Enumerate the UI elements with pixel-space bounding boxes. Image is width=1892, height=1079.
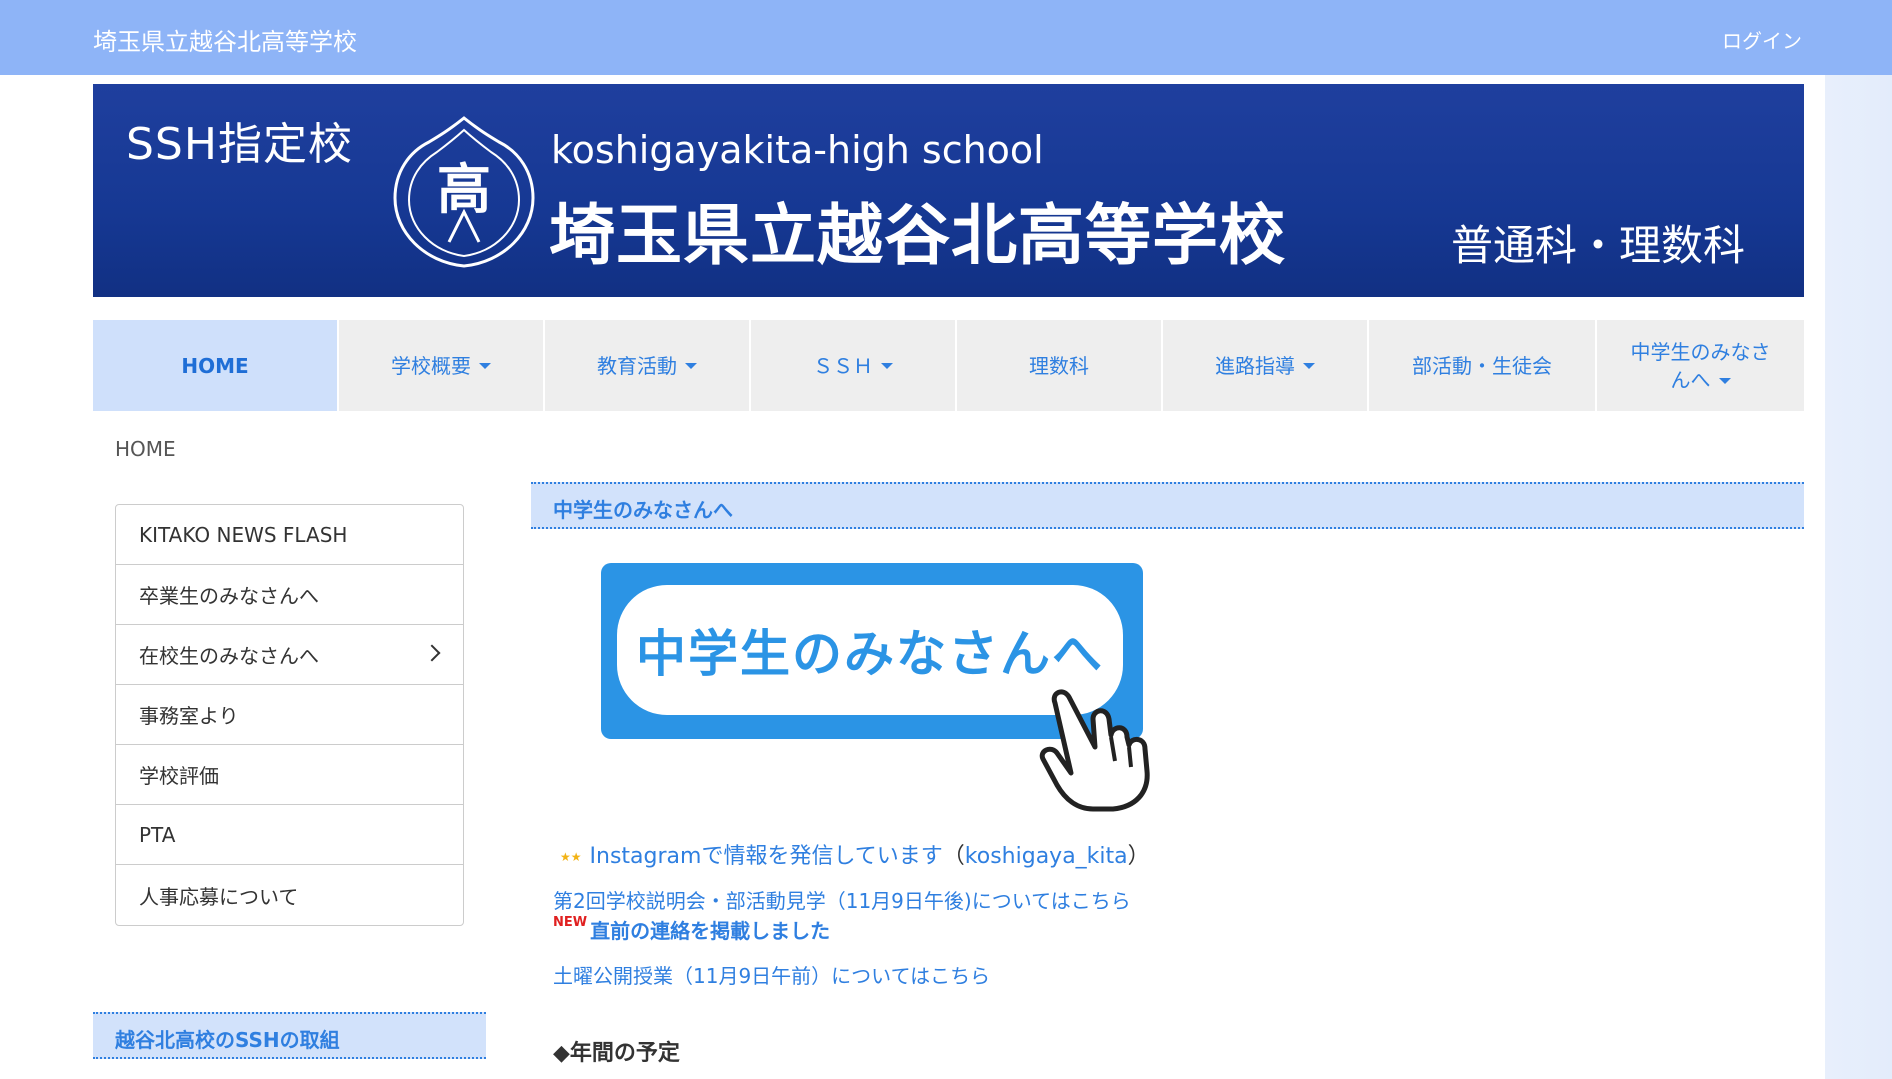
nav-label-line1: 中学生のみなさ (1630, 339, 1771, 364)
nav-label: 理数科 (1029, 353, 1089, 378)
chevron-right-icon[interactable] (423, 644, 441, 662)
nav-label: HOME (181, 353, 249, 378)
sidebar-item-evaluation[interactable]: 学校評価 (116, 745, 463, 805)
instagram-account-link[interactable]: koshigaya_kita (965, 844, 1128, 869)
nav-label: 学校概要 (391, 353, 471, 378)
junior-high-section-heading: 中学生のみなさんへ (531, 482, 1804, 529)
instagram-notice: ★★ Instagramで情報を発信しています（koshigaya_kita） (560, 838, 1150, 870)
nav-label: ＳＳＨ (813, 353, 873, 378)
update-notice[interactable]: NEW 直前の連絡を掲載しました (553, 915, 830, 944)
main-nav: HOME 学校概要 教育活動 ＳＳＨ 理数科 進路指導 部活動・生徒会 中学生の… (93, 320, 1804, 411)
sidebar-item-label: 学校評価 (139, 764, 219, 788)
sidebar-item-graduates[interactable]: 卒業生のみなさんへ (116, 565, 463, 625)
breadcrumb[interactable]: HOME (115, 437, 176, 461)
caret-down-icon (479, 362, 491, 369)
nav-school-overview[interactable]: 学校概要 (339, 320, 545, 411)
paren-close: ） (1127, 844, 1150, 869)
sidebar-item-label: 卒業生のみなさんへ (139, 584, 319, 608)
ssh-section-heading: 越谷北高校のSSHの取組 (93, 1012, 486, 1059)
side-menu: KITAKO NEWS FLASH 卒業生のみなさんへ 在校生のみなさんへ 事務… (115, 504, 464, 926)
paren-open: （ (942, 844, 965, 869)
sidebar-item-recruitment[interactable]: 人事応募について (116, 865, 463, 925)
nav-label: 部活動・生徒会 (1412, 353, 1552, 378)
sidebar-item-office[interactable]: 事務室より (116, 685, 463, 745)
nav-label: 進路指導 (1215, 353, 1295, 378)
pointing-hand-icon (1039, 689, 1150, 812)
sidebar-item-news-flash[interactable]: KITAKO NEWS FLASH (116, 505, 463, 565)
site-title[interactable]: 埼玉県立越谷北高等学校 (93, 22, 357, 57)
login-link[interactable]: ログイン (1722, 25, 1802, 54)
sidebar-item-label: PTA (139, 822, 176, 847)
sidebar-item-label: 事務室より (139, 704, 239, 728)
sidebar-item-label: 在校生のみなさんへ (139, 644, 319, 668)
nav-home[interactable]: HOME (93, 320, 339, 411)
stars-icon: ★★ (560, 850, 582, 864)
info-session-link[interactable]: 第2回学校説明会・部活動見学（11月9日午後)についてはこちら (553, 885, 1131, 914)
school-name-english: koshigayakita-high school (551, 128, 1044, 172)
nav-label-line2: んへ (1670, 367, 1711, 392)
sidebar-item-label: 人事応募について (139, 884, 299, 909)
caret-down-icon (881, 362, 893, 369)
nav-clubs[interactable]: 部活動・生徒会 (1369, 320, 1597, 411)
nav-career[interactable]: 進路指導 (1163, 320, 1369, 411)
nav-label-wrap: 中学生のみなさ んへ (1631, 338, 1771, 394)
ssh-label: SSH指定校 (126, 119, 353, 170)
new-badge: NEW (553, 915, 588, 930)
school-banner[interactable]: SSH指定校 高 koshigayakita-high school 埼玉県立越… (93, 84, 1804, 297)
open-class-link[interactable]: 土曜公開授業（11月9日午前）についてはこちら (553, 960, 990, 989)
top-bar: 埼玉県立越谷北高等学校 ログイン (0, 0, 1892, 75)
nav-ssh[interactable]: ＳＳＨ (751, 320, 957, 411)
sidebar-item-students[interactable]: 在校生のみなさんへ (116, 625, 463, 685)
nav-education[interactable]: 教育活動 (545, 320, 751, 411)
caret-down-icon (1303, 362, 1315, 369)
instagram-link[interactable]: Instagramで情報を発信しています (590, 844, 943, 869)
junior-high-banner-button[interactable]: 中学生のみなさんへ (601, 563, 1150, 812)
caret-down-icon (685, 362, 697, 369)
update-notice-link[interactable]: 直前の連絡を掲載しました (590, 919, 830, 943)
sidebar-item-label: KITAKO NEWS FLASH (139, 522, 348, 547)
school-crest-icon: 高 (393, 116, 535, 268)
nav-science[interactable]: 理数科 (957, 320, 1163, 411)
courses-label: 普通科・理数科 (1451, 221, 1746, 270)
sidebar-item-pta[interactable]: PTA (116, 805, 463, 865)
annual-schedule-heading: ◆年間の予定 (553, 1041, 680, 1066)
svg-text:高: 高 (437, 157, 491, 221)
nav-label: 教育活動 (597, 353, 677, 378)
school-name-japanese: 埼玉県立越谷北高等学校 (549, 197, 1286, 274)
caret-down-icon (1718, 378, 1731, 384)
nav-junior-high[interactable]: 中学生のみなさ んへ (1597, 320, 1804, 411)
